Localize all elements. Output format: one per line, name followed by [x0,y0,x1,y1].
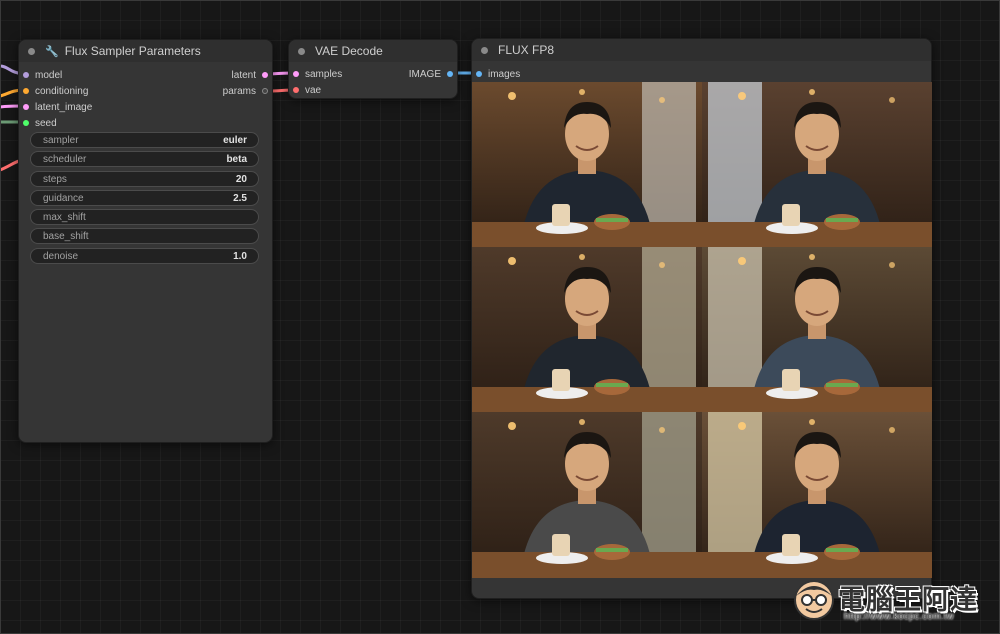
watermark: 電腦王阿達 http://www.kocpc.com.tw [792,576,992,626]
slot-dot-icon [23,88,29,94]
mascot-face-icon [794,580,834,620]
wrench-icon: 🔧 [45,45,59,58]
generated-image-5[interactable] [472,412,702,578]
widget-guidance[interactable]: guidance 2.5 [30,190,259,206]
input-slot-vae[interactable]: vae [293,83,321,97]
widget-steps[interactable]: steps 20 [30,171,259,187]
input-slot-conditioning[interactable]: conditioning [23,84,88,98]
output-slot-image[interactable]: IMAGE [409,67,453,81]
widget-sampler[interactable]: sampler euler [30,132,259,148]
node-title: VAE Decode [315,44,383,58]
slot-dot-icon [293,71,299,77]
widget-base-shift[interactable]: base_shift [30,228,259,244]
slot-dot-icon [476,71,482,77]
input-slot-latent-image[interactable]: latent_image [23,100,92,114]
output-slot-params[interactable]: params [223,84,268,98]
generated-image-1[interactable] [472,82,702,247]
widget-scheduler[interactable]: scheduler beta [30,151,259,167]
vae-decode-node[interactable]: VAE Decode samples vae IMAGE [288,39,458,99]
slot-dot-icon [23,120,29,126]
slot-dot-icon [293,87,299,93]
photo-illustration [472,82,702,247]
slot-dot-icon [262,72,268,78]
slot-dot-icon [447,71,453,77]
flux-sampler-node[interactable]: 🔧 Flux Sampler Parameters model conditio… [18,39,273,443]
input-slot-seed[interactable]: seed [23,116,57,130]
generated-image-2[interactable] [702,82,932,247]
collapse-dot-icon[interactable] [28,47,35,55]
preview-image-node[interactable]: FLUX FP8 images [471,38,932,599]
node-title: FLUX FP8 [498,43,555,57]
slot-dot-icon [23,104,29,110]
generated-image-3[interactable] [472,247,702,412]
generated-image-6[interactable] [702,412,932,578]
collapse-dot-icon[interactable] [298,47,305,55]
widget-max-shift[interactable]: max_shift [30,209,259,225]
watermark-url: http://www.kocpc.com.tw [844,611,955,621]
node-header[interactable]: FLUX FP8 [472,39,931,61]
photo-illustration [702,412,932,578]
node-header[interactable]: VAE Decode [289,40,457,62]
node-title: Flux Sampler Parameters [64,44,201,58]
input-slot-samples[interactable]: samples [293,67,342,81]
widget-denoise[interactable]: denoise 1.0 [30,248,259,264]
input-slot-model[interactable]: model [23,68,62,82]
input-slot-images[interactable]: images [476,67,520,81]
slot-dot-icon [262,88,268,94]
node-header[interactable]: 🔧 Flux Sampler Parameters [19,40,272,62]
generated-image-4[interactable] [702,247,932,412]
output-slot-latent[interactable]: latent [232,68,268,82]
photo-illustration [702,247,932,412]
image-grid [472,82,932,578]
slot-dot-icon [23,72,29,78]
photo-illustration [472,412,702,578]
photo-illustration [702,82,932,247]
collapse-dot-icon[interactable] [481,46,488,54]
photo-illustration [472,247,702,412]
